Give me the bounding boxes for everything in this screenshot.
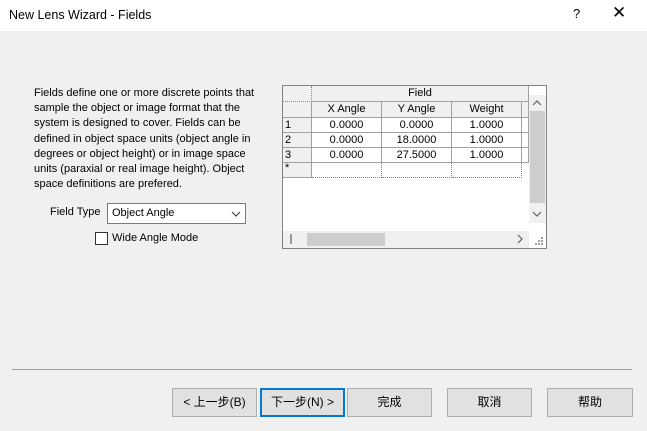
field-grid[interactable]: Field X Angle Y Angle Weight 1 0.0000 0.… bbox=[282, 85, 547, 249]
help-icon[interactable]: ? bbox=[573, 6, 580, 21]
back-button[interactable]: < 上一步(B) bbox=[172, 388, 257, 417]
cell-3-x-angle[interactable]: 0.0000 bbox=[312, 148, 382, 163]
footer-divider bbox=[12, 369, 632, 370]
field-type-value: Object Angle bbox=[112, 207, 175, 219]
next-button[interactable]: 下一步(N) > bbox=[260, 388, 345, 417]
cell-2-y-angle[interactable]: 18.0000 bbox=[382, 133, 452, 148]
grid-corner-lower bbox=[283, 102, 312, 118]
scroll-down-icon[interactable] bbox=[531, 208, 543, 220]
cancel-button[interactable]: 取消 bbox=[447, 388, 532, 417]
row-header-new[interactable]: * bbox=[283, 163, 312, 178]
scroll-up-icon[interactable] bbox=[531, 97, 543, 109]
help-button[interactable]: 帮助 bbox=[547, 388, 633, 417]
scroll-left-icon[interactable] bbox=[286, 233, 298, 245]
row-header-1[interactable]: 1 bbox=[283, 118, 312, 133]
fields-description: Fields define one or more discrete point… bbox=[34, 87, 255, 191]
finish-button[interactable]: 完成 bbox=[347, 388, 432, 417]
column-header-x-angle[interactable]: X Angle bbox=[312, 102, 382, 118]
new-row-x-angle[interactable] bbox=[312, 163, 382, 178]
column-header-weight[interactable]: Weight bbox=[452, 102, 522, 118]
chevron-down-icon bbox=[231, 211, 241, 217]
grid-horizontal-scrollbar[interactable] bbox=[283, 231, 529, 248]
column-header-y-angle[interactable]: Y Angle bbox=[382, 102, 452, 118]
field-type-label: Field Type bbox=[50, 206, 101, 218]
cell-3-weight[interactable]: 1.0000 bbox=[452, 148, 522, 163]
field-type-select[interactable]: Object Angle bbox=[107, 203, 246, 224]
row-header-2[interactable]: 2 bbox=[283, 133, 312, 148]
horizontal-scroll-thumb[interactable] bbox=[307, 233, 385, 246]
resize-grip-icon[interactable] bbox=[533, 235, 545, 247]
window-title: New Lens Wizard - Fields bbox=[9, 8, 152, 22]
cell-2-weight[interactable]: 1.0000 bbox=[452, 133, 522, 148]
close-icon[interactable]: ✕ bbox=[612, 3, 626, 23]
cell-3-extra bbox=[522, 148, 529, 163]
cell-1-weight[interactable]: 1.0000 bbox=[452, 118, 522, 133]
row-header-3[interactable]: 3 bbox=[283, 148, 312, 163]
cell-1-y-angle[interactable]: 0.0000 bbox=[382, 118, 452, 133]
column-header-extra bbox=[522, 102, 529, 118]
grid-vertical-scrollbar[interactable] bbox=[529, 95, 546, 223]
cell-1-x-angle[interactable]: 0.0000 bbox=[312, 118, 382, 133]
vertical-scroll-thumb[interactable] bbox=[530, 111, 545, 203]
cell-1-extra bbox=[522, 118, 529, 133]
cell-3-y-angle[interactable]: 27.5000 bbox=[382, 148, 452, 163]
cell-2-x-angle[interactable]: 0.0000 bbox=[312, 133, 382, 148]
grid-group-header: Field bbox=[312, 86, 529, 102]
title-bar: New Lens Wizard - Fields ? ✕ bbox=[0, 0, 647, 31]
wide-angle-label: Wide Angle Mode bbox=[112, 232, 199, 244]
cell-2-extra bbox=[522, 133, 529, 148]
grid-corner bbox=[283, 86, 312, 102]
wide-angle-checkbox[interactable] bbox=[95, 232, 108, 245]
scroll-right-icon[interactable] bbox=[514, 233, 526, 245]
new-row-y-angle[interactable] bbox=[382, 163, 452, 178]
new-row-weight[interactable] bbox=[452, 163, 522, 178]
